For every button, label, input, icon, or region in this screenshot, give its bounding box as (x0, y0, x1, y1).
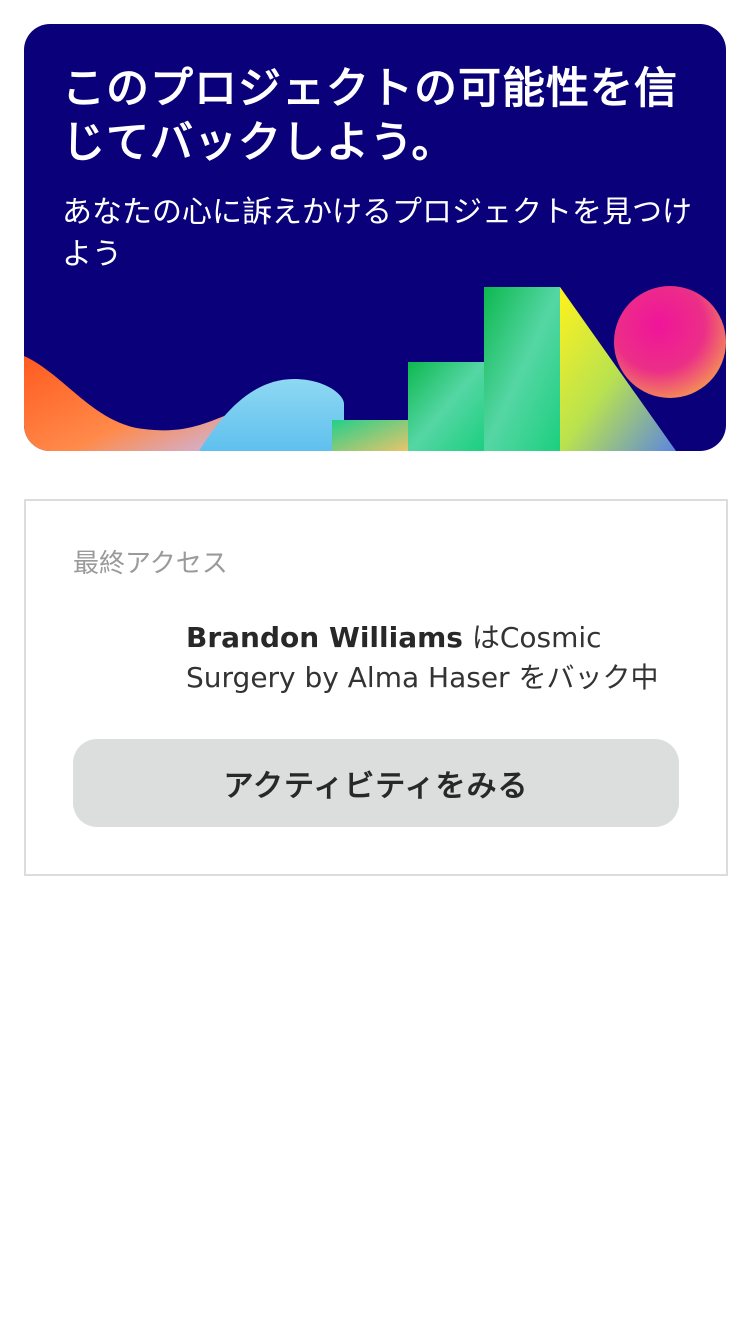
user-name-link[interactable]: Brandon Williams (186, 621, 463, 654)
hero-title: このプロジェクトの可能性を信じてバックしよう。 (62, 64, 678, 168)
last-access-label: 最終アクセス (73, 549, 228, 579)
hero-subtitle: あなたの心に訴えかけるプロジェクトを見つけよう (62, 195, 692, 272)
activity-description: Brandon Williams はCosmic Surgery by Alma… (186, 618, 686, 698)
view-activity-button[interactable]: アクティビティをみる (73, 739, 679, 827)
activity-card: 最終アクセス Brandon Williams はCosmic Surgery … (24, 499, 728, 876)
avatar[interactable] (73, 621, 161, 709)
hero-banner[interactable]: このプロジェクトの可能性を信じてバックしよう。 あなたの心に訴えかけるプロジェク… (24, 24, 726, 451)
